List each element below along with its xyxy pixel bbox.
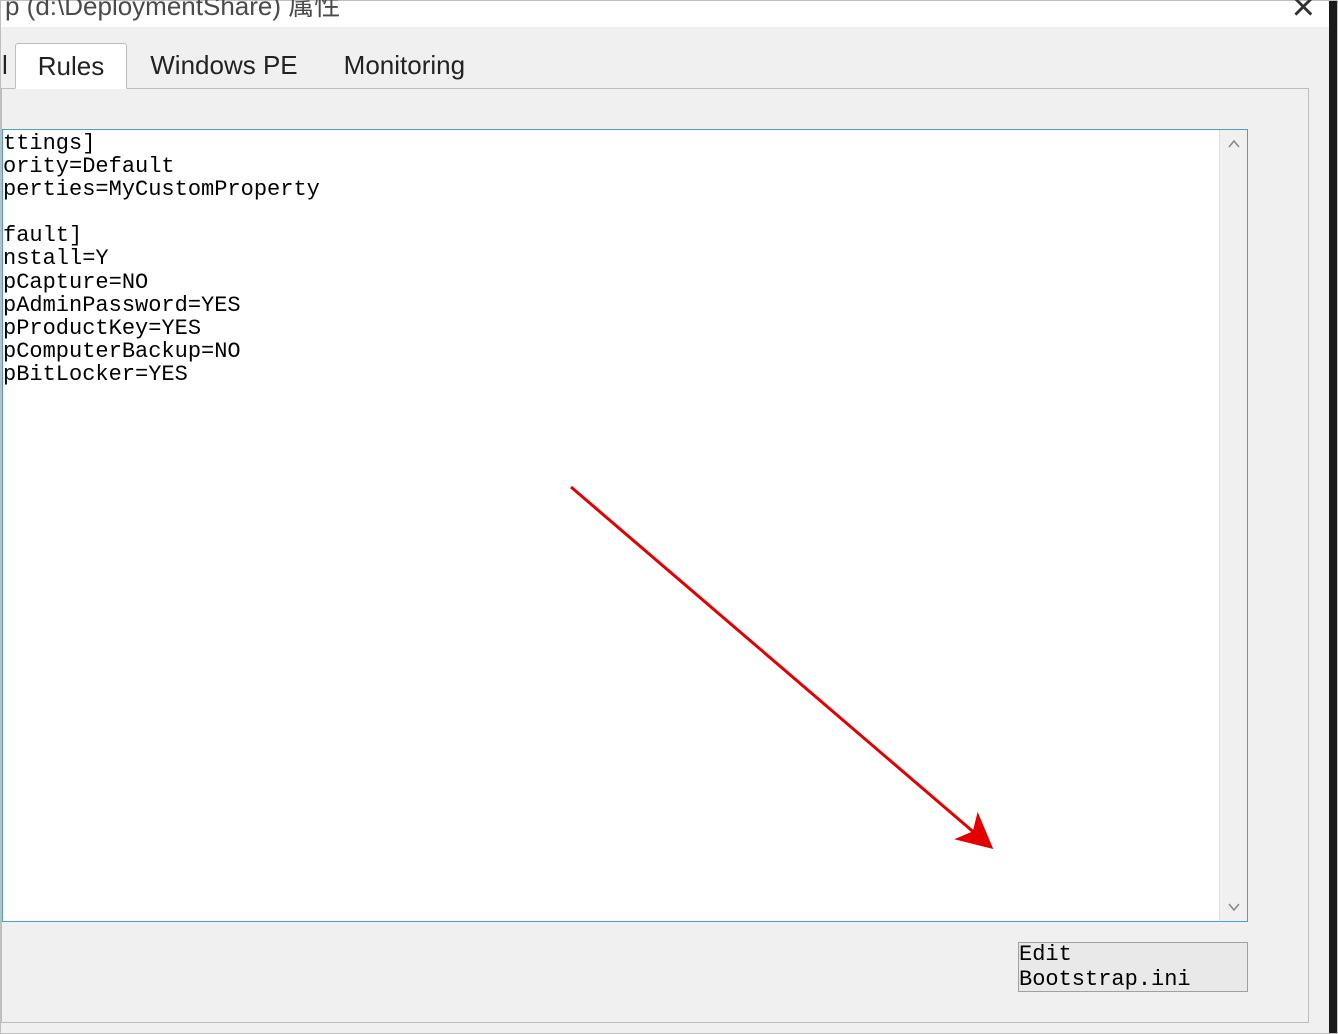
tab-label: Windows PE xyxy=(150,50,297,81)
client-area: l Rules Windows PE Monitoring ttings] or… xyxy=(1,27,1337,1033)
scroll-down-arrow-icon[interactable] xyxy=(1220,893,1247,921)
tab-monitoring[interactable]: Monitoring xyxy=(321,42,488,88)
vertical-scrollbar[interactable] xyxy=(1219,130,1247,921)
right-edge-shadow xyxy=(1329,1,1337,1033)
edit-bootstrap-button[interactable]: Edit Bootstrap.ini xyxy=(1018,942,1248,992)
tab-label: l xyxy=(2,50,8,81)
properties-window: p (d:\DeploymentShare) 属性 × l Rules Wind… xyxy=(0,0,1338,1034)
tab-general-partial[interactable]: l xyxy=(1,42,15,88)
rules-textbox-container: ttings] ority=Default perties=MyCustomPr… xyxy=(2,129,1248,922)
tab-label: Rules xyxy=(38,51,104,82)
tab-content: ttings] ority=Default perties=MyCustomPr… xyxy=(1,89,1309,1023)
scroll-up-arrow-icon[interactable] xyxy=(1220,130,1247,158)
titlebar: p (d:\DeploymentShare) 属性 xyxy=(1,1,1337,27)
tab-label: Monitoring xyxy=(344,50,465,81)
button-label: Edit Bootstrap.ini xyxy=(1019,942,1247,992)
window-title: p (d:\DeploymentShare) 属性 xyxy=(5,0,340,23)
tab-windows-pe[interactable]: Windows PE xyxy=(127,42,320,88)
tab-rules[interactable]: Rules xyxy=(15,43,127,89)
rules-textbox[interactable]: ttings] ority=Default perties=MyCustomPr… xyxy=(3,130,1219,921)
close-button[interactable]: × xyxy=(1292,0,1315,30)
tab-strip: l Rules Windows PE Monitoring xyxy=(1,41,1309,89)
